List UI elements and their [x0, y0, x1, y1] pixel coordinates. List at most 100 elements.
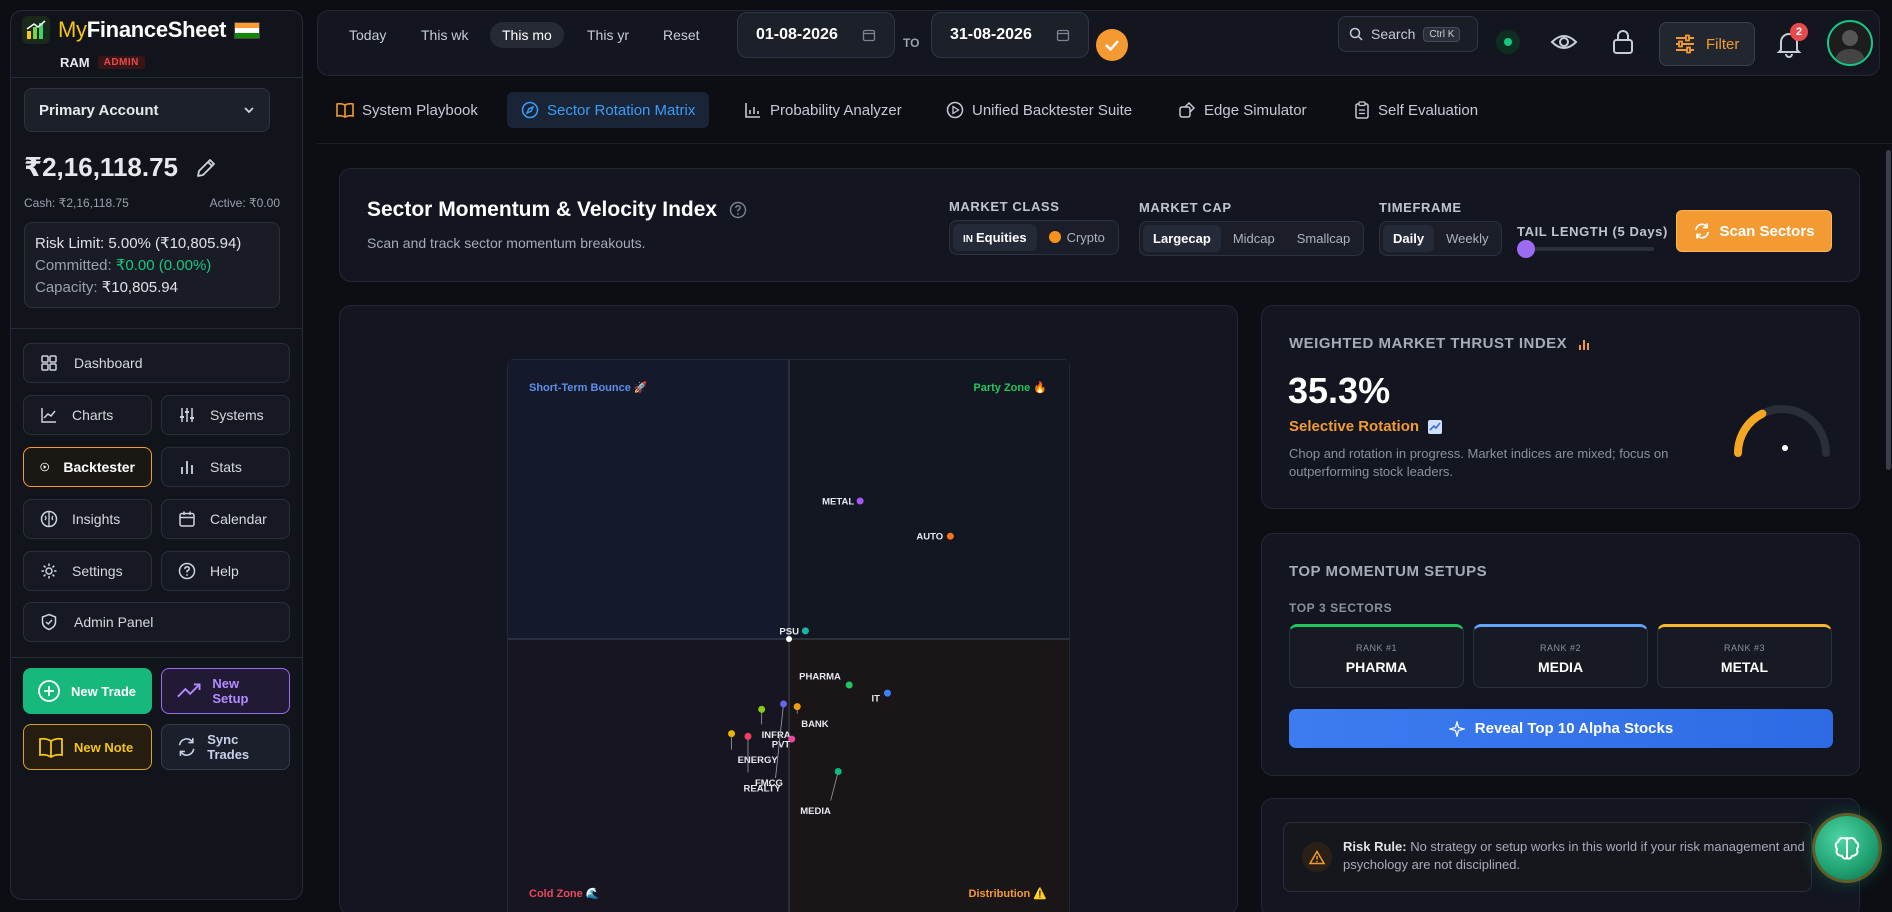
- quick-this-week[interactable]: This wk: [409, 22, 480, 48]
- rank-number: RANK #2: [1539, 643, 1582, 653]
- sector-label-energy: ENERGY: [738, 755, 779, 766]
- capacity-line: Capacity: ₹10,805.94: [35, 277, 269, 299]
- notifications-button[interactable]: 2: [1776, 23, 1808, 58]
- eye-icon[interactable]: [1550, 31, 1578, 53]
- sync-trades-button[interactable]: Sync Trades: [161, 724, 290, 770]
- quick-today[interactable]: Today: [337, 22, 398, 48]
- sector-point-metal[interactable]: [856, 497, 864, 505]
- sector-point-auto[interactable]: [946, 532, 954, 540]
- tab-sector-rotation-matrix[interactable]: Sector Rotation Matrix: [507, 92, 710, 128]
- calendar-icon: [862, 29, 876, 42]
- sector-point-realty[interactable]: [780, 700, 788, 708]
- new-setup-button[interactable]: New Setup: [161, 668, 290, 714]
- nav-help-label: Help: [210, 563, 239, 579]
- weekly-option[interactable]: Weekly: [1436, 225, 1498, 252]
- market-class-label: MARKET CLASS: [949, 199, 1060, 214]
- divider: [10, 77, 303, 78]
- sector-point-pharma[interactable]: [845, 681, 853, 689]
- help-circle-icon: [178, 562, 196, 580]
- page-title: Sector Momentum & Velocity Index: [367, 198, 747, 222]
- sliders-icon: [180, 408, 194, 422]
- sync-icon: [178, 738, 195, 756]
- quick-reset[interactable]: Reset: [651, 22, 712, 48]
- reveal-top-stocks-button[interactable]: Reveal Top 10 Alpha Stocks: [1289, 709, 1833, 748]
- midcap-option[interactable]: Midcap: [1223, 225, 1285, 252]
- help-circle-icon[interactable]: [729, 201, 747, 219]
- tab-system-playbook[interactable]: System Playbook: [322, 92, 492, 128]
- nav-stats[interactable]: Stats: [161, 447, 290, 487]
- timeframe-toggle: Daily Weekly: [1379, 221, 1503, 256]
- largecap-option[interactable]: Largecap: [1143, 225, 1221, 252]
- tab-edge-simulator[interactable]: Edge Simulator: [1164, 92, 1321, 128]
- nav-admin-panel[interactable]: Admin Panel: [23, 602, 290, 642]
- sector-label-psu: PSU: [779, 626, 799, 637]
- sector-point-fmcg[interactable]: [744, 732, 752, 740]
- nav-help[interactable]: Help: [161, 551, 290, 591]
- tab-self-evaluation[interactable]: Self Evaluation: [1340, 92, 1492, 128]
- rotation-scatter-chart[interactable]: Short-Term Bounce 🚀 Party Zone 🔥 Cold Zo…: [507, 359, 1070, 912]
- rank-card-1[interactable]: RANK #1 PHARMA: [1289, 624, 1464, 688]
- avatar[interactable]: [1827, 20, 1873, 66]
- date-from-input[interactable]: 01-08-2026: [737, 12, 895, 58]
- refresh-icon: [1695, 223, 1710, 239]
- pencil-icon[interactable]: [194, 156, 218, 180]
- sector-point-psu[interactable]: [801, 627, 809, 635]
- daily-option[interactable]: Daily: [1383, 225, 1435, 252]
- quadrant-label-top-right: Party Zone 🔥: [973, 381, 1047, 394]
- nav-backtester[interactable]: Backtester: [23, 447, 152, 487]
- nav-insights[interactable]: Insights: [23, 499, 152, 539]
- nav-settings[interactable]: Settings: [23, 551, 152, 591]
- nav-charts[interactable]: Charts: [23, 395, 152, 435]
- equities-prefix: IN: [963, 234, 973, 245]
- rank-number: RANK #1: [1355, 643, 1398, 653]
- top-sectors-subtitle: TOP 3 SECTORS: [1289, 601, 1393, 615]
- nav-calendar[interactable]: Calendar: [161, 499, 290, 539]
- quick-this-month[interactable]: This mo: [490, 22, 564, 48]
- warning-icon: [1302, 842, 1332, 872]
- tail-length-slider[interactable]: [1517, 240, 1654, 258]
- sector-point-bank[interactable]: [793, 703, 801, 711]
- rank-card-3[interactable]: RANK #3 METAL: [1657, 624, 1832, 688]
- quadrant-bottom-left: [508, 639, 789, 912]
- ai-assistant-button[interactable]: [1815, 816, 1879, 880]
- status-indicator: [1496, 30, 1520, 54]
- thrust-description: Chop and rotation in progress. Market in…: [1289, 446, 1669, 479]
- lock-icon[interactable]: [1611, 29, 1635, 55]
- new-trade-label: New Trade: [71, 683, 137, 699]
- search-button[interactable]: Search Ctrl K: [1338, 16, 1478, 52]
- scan-sectors-button[interactable]: Scan Sectors: [1676, 210, 1832, 252]
- page-scrollbar[interactable]: [1886, 150, 1891, 470]
- rank-card-2[interactable]: RANK #2 MEDIA: [1473, 624, 1648, 688]
- market-cap-toggle: Largecap Midcap Smallcap: [1139, 221, 1365, 256]
- quick-this-year[interactable]: This yr: [575, 22, 641, 48]
- nav-calendar-label: Calendar: [210, 511, 267, 527]
- market-crypto-option[interactable]: Crypto: [1039, 224, 1115, 251]
- date-to-value: 31-08-2026: [950, 26, 1032, 43]
- new-note-button[interactable]: New Note: [23, 724, 152, 770]
- account-select[interactable]: Primary Account: [24, 88, 270, 132]
- date-to-input[interactable]: 31-08-2026: [931, 12, 1089, 58]
- smallcap-option[interactable]: Smallcap: [1287, 225, 1360, 252]
- brain-icon: [1834, 837, 1860, 860]
- sector-point-energy[interactable]: [728, 730, 736, 738]
- tab-probability-analyzer[interactable]: Probability Analyzer: [730, 92, 916, 128]
- tab-unified-backtester-suite[interactable]: Unified Backtester Suite: [932, 92, 1146, 128]
- quadrant-label-top-left: Short-Term Bounce 🚀: [529, 381, 648, 394]
- new-trade-button[interactable]: New Trade: [23, 668, 152, 714]
- brand[interactable]: MyFinanceSheet: [22, 16, 261, 44]
- cash-line: Cash: ₹2,16,118.75 Active: ₹0.00: [24, 196, 280, 210]
- tab-label: Self Evaluation: [1378, 101, 1479, 119]
- balance-value: ₹2,16,118.75: [24, 152, 179, 182]
- nav-dashboard[interactable]: Dashboard: [23, 343, 290, 383]
- market-equities-option[interactable]: IN Equities: [953, 224, 1037, 251]
- sector-label-auto: AUTO: [916, 532, 943, 543]
- sector-point-media[interactable]: [834, 768, 842, 776]
- plus-circle-icon: [38, 680, 60, 702]
- filter-button[interactable]: Filter: [1659, 22, 1755, 66]
- sector-point-it[interactable]: [883, 689, 891, 697]
- grid-icon: [41, 355, 57, 371]
- slider-thumb[interactable]: [1517, 240, 1535, 258]
- apply-date-button[interactable]: [1096, 29, 1128, 61]
- nav-systems[interactable]: Systems: [161, 395, 290, 435]
- trending-up-icon: [177, 683, 201, 698]
